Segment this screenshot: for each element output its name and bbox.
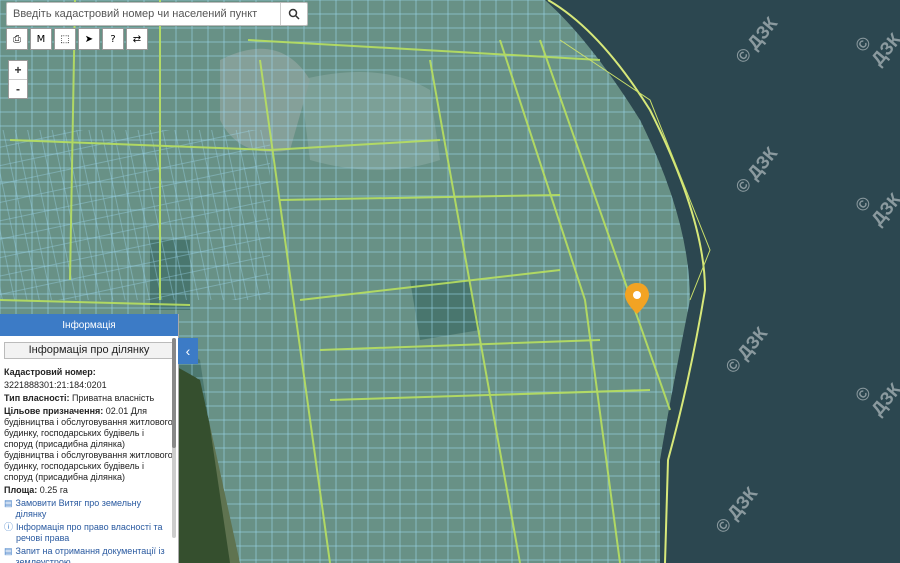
ownership-label: Тип власності: [4, 393, 70, 403]
measure-icon[interactable]: M [30, 28, 52, 50]
search-input[interactable] [7, 3, 280, 25]
panel-header: Інформація [0, 314, 178, 336]
area-icon[interactable]: ⬚ [54, 28, 76, 50]
search-bar [6, 2, 308, 26]
collapse-panel-button[interactable]: ‹ [178, 338, 198, 364]
chevron-left-icon: ‹ [185, 343, 191, 359]
zoom-out-button[interactable]: - [9, 79, 27, 98]
panel-scrollbar[interactable] [172, 338, 176, 538]
panel-body: Інформація про ділянку Кадастровий номер… [0, 336, 178, 563]
area-value: 0.25 га [39, 485, 68, 495]
document-icon: ▤ [4, 546, 13, 556]
zoom-in-button[interactable]: + [9, 61, 27, 79]
scrollbar-thumb[interactable] [172, 338, 176, 448]
search-icon [288, 8, 300, 20]
panel-title: Інформація про ділянку [4, 342, 174, 359]
print-icon[interactable]: ⎙ [6, 28, 28, 50]
documentation-request-link[interactable]: ▤ Запит на отримання документації із земл… [4, 546, 174, 563]
layers-icon[interactable]: ⇄ [126, 28, 148, 50]
ownership-value: Приватна власність [72, 393, 155, 403]
purpose-label: Цільове призначення: [4, 406, 104, 416]
map-toolbar: ⎙ M ⬚ ➤ ? ⇄ [6, 28, 148, 50]
pointer-icon[interactable]: ➤ [78, 28, 100, 50]
document-icon: ▤ [4, 498, 13, 508]
info-circle-icon: ⓘ [4, 522, 14, 532]
cadastral-value: 3221888301:21:184:0201 [4, 380, 107, 390]
ownership-info-link[interactable]: ⓘ Інформація про право власності та речов… [4, 522, 174, 544]
search-button[interactable] [280, 3, 307, 25]
info-panel: Інформація Інформація про ділянку Кадаст… [0, 314, 179, 563]
info-icon[interactable]: ? [102, 28, 124, 50]
purpose-value: 02.01 Для будівництва і обслуговування ж… [4, 406, 173, 482]
area-label: Площа: [4, 485, 38, 495]
zoom-control: + - [8, 60, 28, 99]
order-extract-link[interactable]: ▤ Замовити Витяг про земельну ділянку [4, 498, 174, 520]
cadastral-label: Кадастровий номер: [4, 367, 96, 377]
